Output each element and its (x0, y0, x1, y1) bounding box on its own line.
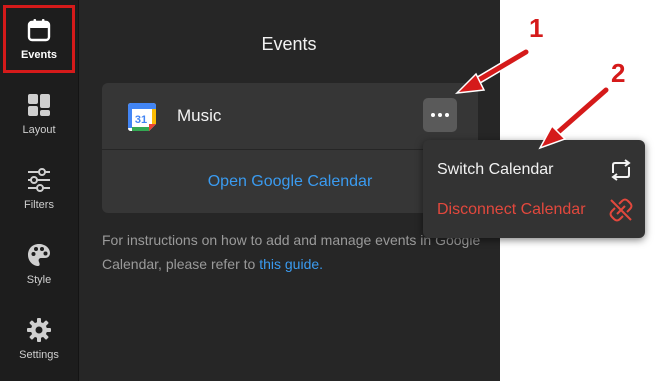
annotation-number-2: 2 (611, 58, 626, 88)
annotation-arrow-2 (538, 86, 610, 150)
annotation-number-1: 1 (529, 13, 544, 43)
annotation-arrows (454, 48, 610, 150)
annotation-arrow-1 (454, 48, 530, 94)
